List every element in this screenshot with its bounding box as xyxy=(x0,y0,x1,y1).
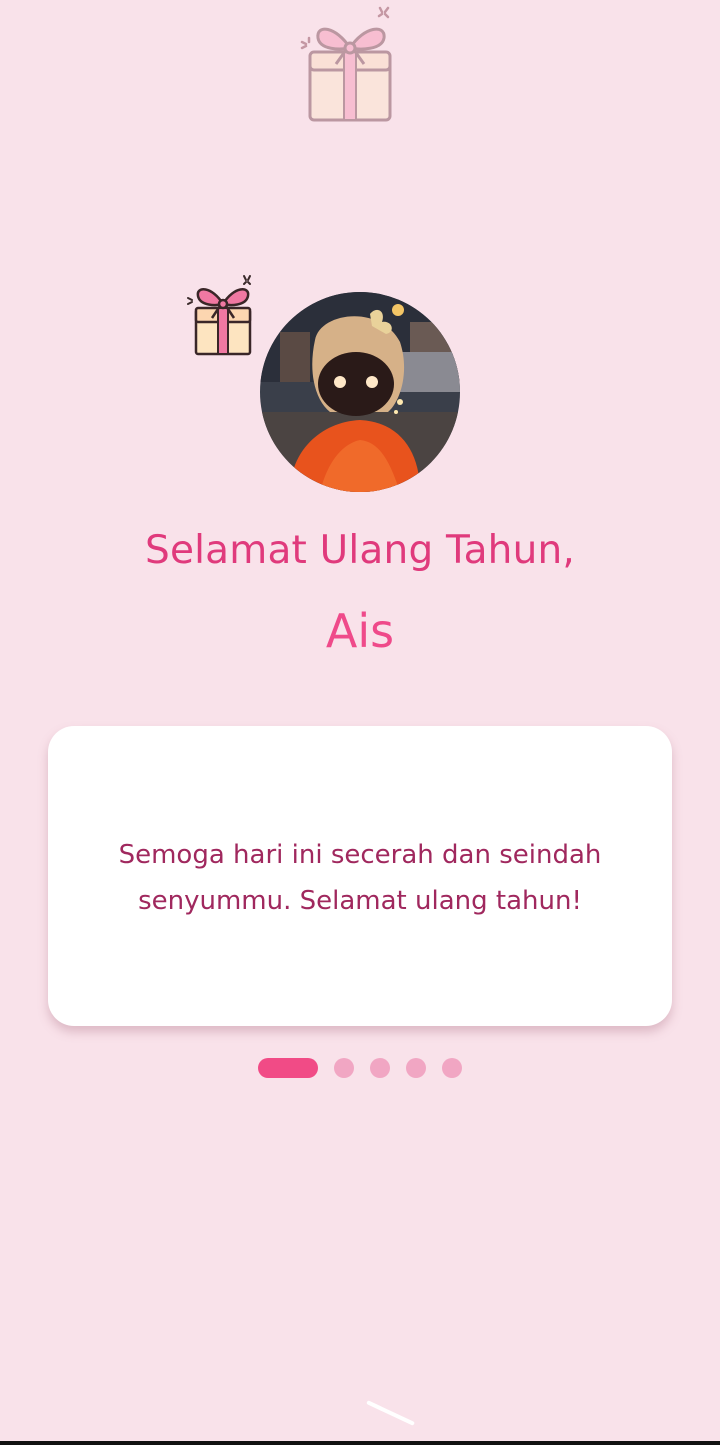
page-dot-1[interactable] xyxy=(258,1058,318,1078)
page-indicator xyxy=(258,1058,478,1078)
card-message: Semoga hari ini secerah dan seindah seny… xyxy=(118,840,602,916)
recipient-name: Ais xyxy=(325,604,395,658)
side-gift-icon xyxy=(184,272,256,358)
page-dot-5[interactable] xyxy=(442,1058,462,1078)
gesture-navigation-bar[interactable] xyxy=(366,1400,415,1426)
page-dot-3[interactable] xyxy=(370,1058,390,1078)
greeting-title: Selamat Ulang Tahun, xyxy=(144,528,576,573)
page-dot-2[interactable] xyxy=(334,1058,354,1078)
profile-avatar xyxy=(260,292,460,492)
top-gift-icon xyxy=(296,2,396,124)
page-dot-4[interactable] xyxy=(406,1058,426,1078)
message-card[interactable]: Semoga hari ini secerah dan seindah seny… xyxy=(48,726,672,1026)
bottom-edge xyxy=(0,1441,720,1445)
